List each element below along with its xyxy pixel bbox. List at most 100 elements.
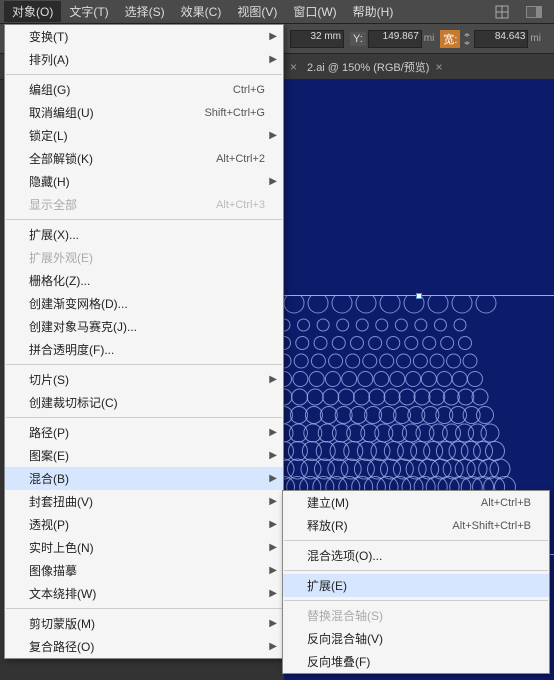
menu-select[interactable]: 选择(S) [117,1,173,22]
object-menu-item-27[interactable]: 文本绕排(W) ▶ [5,582,283,605]
menuitem-label: 透视(P) [29,516,69,533]
object-menu-item-0[interactable]: 变换(T)▶ [5,25,283,48]
blend-menu-separator [284,570,548,571]
chevron-right-icon: ▶ [269,473,277,484]
object-menu-item-17[interactable]: 切片(S) ▶ [5,368,283,391]
menuitem-label: 路径(P) [29,424,69,441]
w-input[interactable]: 84.643 [474,30,528,48]
object-menu-item-29[interactable]: 剪切蒙版(M) ▶ [5,612,283,635]
menuitem-label: 编组(G) [29,81,70,98]
handle-top-mid[interactable] [416,293,422,299]
object-menu-item-13[interactable]: 创建渐变网格(D)... [5,292,283,315]
object-menu-item-25[interactable]: 实时上色(N)▶ [5,536,283,559]
object-menu-dropdown: 变换(T)▶ 排列(A) ▶ 编组(G)Ctrl+G取消编组(U)Shift+Ctrl… [4,24,284,659]
object-menu-item-23[interactable]: 封套扭曲(V)▶ [5,490,283,513]
link-icon[interactable] [462,30,472,48]
menuitem-shortcut: Alt+Ctrl+2 [216,153,265,165]
field-partial[interactable]: 32 mm [290,30,344,48]
y-input[interactable]: 149.867 [368,30,422,48]
menuitem-label: 混合(B) [29,470,69,487]
object-menu-item-22[interactable]: 混合(B) ▶ [5,467,283,490]
object-menu-item-12[interactable]: 栅格化(Z)... [5,269,283,292]
chevron-right-icon: ▶ [269,54,277,65]
w-unit: mi [530,33,541,44]
menuitem-label: 图案(E) [29,447,69,464]
object-menu-item-7[interactable]: 隐藏(H) ▶ [5,170,283,193]
menuitem-label: 全部解锁(K) [29,150,93,167]
object-menu-item-26[interactable]: 图像描摹 ▶ [5,559,283,582]
menu-object[interactable]: 对象(O) [4,1,61,22]
layout-icon[interactable] [524,3,544,21]
menuitem-shortcut: Shift+Ctrl+G [204,107,265,119]
menuitem-label: 替换混合轴(S) [307,607,383,624]
menuitem-label: 隐藏(H) [29,173,70,190]
object-menu-separator [6,74,282,75]
menuitem-label: 创建裁切标记(C) [29,394,118,411]
menuitem-label: 锁定(L) [29,127,68,144]
object-menu-item-10[interactable]: 扩展(X)... [5,223,283,246]
menuitem-label: 释放(R) [307,517,348,534]
menu-window[interactable]: 窗口(W) [285,1,344,22]
blend-submenu: 建立(M)Alt+Ctrl+B释放(R)Alt+Shift+Ctrl+B 混合选项… [282,490,550,674]
tab-close-2[interactable]: × [435,60,442,74]
object-menu-item-30[interactable]: 复合路径(O) ▶ [5,635,283,658]
object-menu-item-24[interactable]: 透视(P) ▶ [5,513,283,536]
blend-menu-item-1[interactable]: 释放(R)Alt+Shift+Ctrl+B [283,514,549,537]
menuitem-label: 扩展(E) [307,577,347,594]
object-menu-separator [6,219,282,220]
menuitem-label: 创建对象马赛克(J)... [29,318,137,335]
object-menu-item-5[interactable]: 锁定(L) ▶ [5,124,283,147]
chevron-right-icon: ▶ [269,176,277,187]
menu-effect[interactable]: 效果(C) [173,1,230,22]
chevron-right-icon: ▶ [269,374,277,385]
object-menu-item-11: 扩展外观(E) [5,246,283,269]
menuitem-label: 混合选项(O)... [307,547,382,564]
chevron-right-icon: ▶ [269,427,277,438]
y-unit: mi [424,33,435,44]
menuitem-label: 复合路径(O) [29,638,94,655]
object-menu-item-6[interactable]: 全部解锁(K) Alt+Ctrl+2 [5,147,283,170]
menu-type[interactable]: 文字(T) [61,1,116,22]
chevron-right-icon: ▶ [269,450,277,461]
chevron-right-icon: ▶ [269,130,277,141]
menuitem-label: 栅格化(Z)... [29,272,90,289]
blend-menu-item-9[interactable]: 反向堆叠(F) [283,650,549,673]
chevron-right-icon: ▶ [269,618,277,629]
menuitem-label: 扩展(X)... [29,226,79,243]
chevron-right-icon: ▶ [269,641,277,652]
object-menu-item-14[interactable]: 创建对象马赛克(J)... [5,315,283,338]
blend-menu-separator [284,600,548,601]
menuitem-label: 拼合透明度(F)... [29,341,114,358]
object-menu-item-15[interactable]: 拼合透明度(F)... [5,338,283,361]
object-menu-item-4[interactable]: 取消编组(U)Shift+Ctrl+G [5,101,283,124]
object-menu-item-20[interactable]: 路径(P) ▶ [5,421,283,444]
menuitem-label: 文本绕排(W) [29,585,96,602]
blend-menu-item-5[interactable]: 扩展(E) [283,574,549,597]
document-tab[interactable]: 2.ai @ 150% (RGB/预览) × [297,56,452,78]
menuitem-label: 图像描摹 [29,562,77,579]
tab-close[interactable]: × [290,60,297,74]
menuitem-label: 切片(S) [29,371,69,388]
object-menu-item-21[interactable]: 图案(E) ▶ [5,444,283,467]
menu-view[interactable]: 视图(V) [229,1,285,22]
menu-help[interactable]: 帮助(H) [345,1,402,22]
blend-menu-item-3[interactable]: 混合选项(O)... [283,544,549,567]
chevron-right-icon: ▶ [269,519,277,530]
menuitem-label: 扩展外观(E) [29,249,93,266]
grid-icon[interactable] [492,3,512,21]
chevron-right-icon: ▶ [269,565,277,576]
object-menu-item-18[interactable]: 创建裁切标记(C) [5,391,283,414]
object-menu-separator [6,417,282,418]
object-menu-item-3[interactable]: 编组(G)Ctrl+G [5,78,283,101]
object-menu-item-1[interactable]: 排列(A) ▶ [5,48,283,71]
menuitem-label: 排列(A) [29,51,69,68]
w-label: 宽: [440,30,460,48]
menuitem-label: 实时上色(N) [29,539,94,556]
blend-menu-item-8[interactable]: 反向混合轴(V) [283,627,549,650]
chevron-right-icon: ▶ [269,588,277,599]
blend-menu-separator [284,540,548,541]
menuitem-shortcut: Alt+Ctrl+B [481,497,531,509]
menuitem-label: 剪切蒙版(M) [29,615,95,632]
menubar: 对象(O) 文字(T) 选择(S) 效果(C) 视图(V) 窗口(W) 帮助(H… [0,0,554,24]
blend-menu-item-0[interactable]: 建立(M)Alt+Ctrl+B [283,491,549,514]
